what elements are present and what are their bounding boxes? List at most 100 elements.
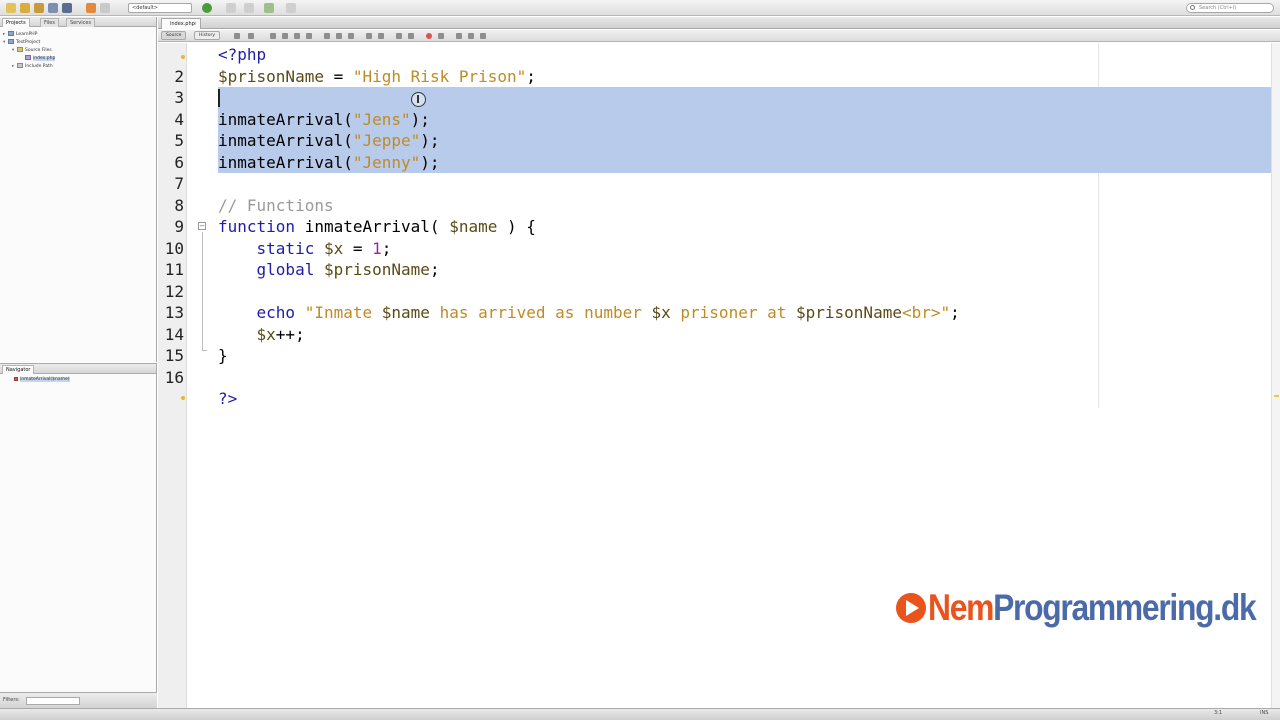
open-project-icon[interactable] — [34, 3, 44, 13]
next-bookmark-icon[interactable] — [348, 33, 354, 39]
tab-files[interactable]: Files — [40, 18, 59, 27]
fold-icon[interactable]: − — [198, 222, 206, 230]
line-number: 10 — [164, 238, 184, 258]
tab-history[interactable]: History — [194, 31, 221, 40]
tab-projects[interactable]: Projects — [2, 18, 30, 27]
code-line[interactable]: ?> — [158, 388, 1271, 410]
line-number: 9 — [174, 217, 184, 236]
mouse-cursor-icon — [411, 92, 426, 107]
code-line[interactable]: 14 $x++; — [158, 324, 1271, 346]
projects-panel: Projects Files Services ▸ LearnPHP ▾ TestP… — [0, 17, 157, 362]
search-icon — [1190, 5, 1195, 10]
tree-item-include-path[interactable]: ▸ Include Path — [12, 63, 53, 70]
insert-mode: INS — [1260, 710, 1269, 716]
code-line[interactable]: 4 inmateArrival("Jens"); — [158, 109, 1271, 131]
code-text: inmateArrival("Jeppe"); — [218, 131, 440, 150]
code-text: <?php — [218, 45, 267, 64]
project-icon — [8, 39, 14, 44]
tab-services[interactable]: Services — [66, 18, 96, 27]
back-icon[interactable] — [234, 33, 240, 39]
filter-input[interactable] — [26, 697, 80, 705]
stats-icon[interactable] — [480, 33, 486, 39]
tree-item-learnphp[interactable]: ▸ LearnPHP — [3, 31, 37, 38]
line-number: 8 — [174, 195, 184, 215]
find-icon[interactable] — [270, 33, 276, 39]
new-file-icon[interactable] — [6, 3, 16, 13]
code-text: $x++; — [256, 324, 305, 344]
projects-panel-tabs: Projects Files Services — [0, 17, 156, 27]
stop-macro-icon[interactable] — [408, 33, 414, 39]
tab-navigator[interactable]: Navigator — [2, 365, 35, 374]
code-line[interactable]: 12 — [158, 281, 1271, 303]
code-line[interactable]: 10 static $x = 1; — [158, 238, 1271, 260]
line-number: 3 — [174, 88, 184, 107]
code-line[interactable]: 7 — [158, 173, 1271, 195]
library-icon — [17, 63, 23, 68]
new-project-icon[interactable] — [20, 3, 30, 13]
navigator-item[interactable]: inmateArrival($name) — [14, 376, 70, 383]
warning-icon[interactable] — [181, 396, 185, 400]
save-all-icon[interactable] — [48, 3, 58, 13]
code-line[interactable]: 9 function inmateArrival( $name ) { — [158, 216, 1271, 238]
close-icon[interactable]: × — [193, 19, 197, 29]
shift-right-icon[interactable] — [378, 33, 384, 39]
line-number: 15 — [164, 346, 184, 365]
profile-icon[interactable] — [286, 3, 296, 13]
toggle-bookmark-icon[interactable] — [324, 33, 330, 39]
code-text: ?> — [218, 389, 238, 408]
line-number: 13 — [164, 303, 184, 322]
uncomment-icon[interactable] — [456, 33, 462, 39]
tree-item-source-files[interactable]: ▾ Source Files — [12, 47, 52, 54]
save-icon[interactable] — [62, 3, 72, 13]
code-text: static $x = 1; — [256, 238, 392, 258]
warning-icon[interactable] — [181, 55, 185, 59]
shift-left-icon[interactable] — [366, 33, 372, 39]
code-line[interactable]: 15} — [158, 345, 1271, 367]
build-icon[interactable] — [226, 3, 236, 13]
status-bar: 3:1 INS — [0, 708, 1280, 720]
clean-build-icon[interactable] — [244, 3, 254, 13]
fold-guide — [202, 232, 203, 350]
fold-guide-end — [202, 350, 207, 351]
line-number: 14 — [164, 324, 184, 344]
record-icon[interactable] — [426, 33, 432, 39]
filter-bar: Filters: — [0, 692, 157, 708]
code-line[interactable]: <?php — [158, 44, 1271, 66]
redo-icon[interactable] — [100, 3, 110, 13]
search-placeholder: Search (Ctrl+I) — [1199, 5, 1237, 11]
code-line[interactable]: 11 global $prisonName; — [158, 259, 1271, 281]
tree-item-testproject[interactable]: ▾ TestProject — [3, 39, 40, 46]
code-text: inmateArrival("Jens"); — [218, 109, 430, 129]
undo-icon[interactable] — [86, 3, 96, 13]
code-line[interactable]: 13 echo "Inmate $name has arrived as num… — [158, 302, 1271, 324]
search-input[interactable]: Search (Ctrl+I) — [1186, 3, 1274, 13]
play-logo-icon — [896, 593, 926, 623]
code-line[interactable]: 3 — [158, 87, 1271, 109]
main-toolbar: <default> Search (Ctrl+I) — [0, 0, 1280, 16]
comment-icon[interactable] — [438, 33, 444, 39]
line-number: 11 — [164, 260, 184, 279]
code-line[interactable]: 16 — [158, 367, 1271, 389]
run-project-icon[interactable] — [202, 3, 212, 13]
toggle-highlight-icon[interactable] — [306, 33, 312, 39]
php-file-icon — [25, 55, 31, 60]
find-next-icon[interactable] — [294, 33, 300, 39]
folder-icon — [17, 47, 23, 52]
line-number: 12 — [164, 281, 184, 301]
tab-source[interactable]: Source — [161, 31, 187, 40]
start-macro-icon[interactable] — [396, 33, 402, 39]
code-line[interactable]: 8 // Functions — [158, 195, 1271, 217]
error-stripe-mark[interactable] — [1274, 395, 1279, 397]
tree-item-index-php[interactable]: index.php — [25, 55, 56, 62]
editor-tab-index-php[interactable]: index.php × — [161, 18, 201, 29]
code-line[interactable]: 2 $prisonName = "High Risk Prison"; — [158, 66, 1271, 88]
chart-icon[interactable] — [468, 33, 474, 39]
previous-bookmark-icon[interactable] — [336, 33, 342, 39]
forward-icon[interactable] — [248, 33, 254, 39]
code-line[interactable]: 6 inmateArrival("Jenny"); — [158, 152, 1271, 174]
config-select[interactable]: <default> — [128, 3, 192, 13]
find-previous-icon[interactable] — [282, 33, 288, 39]
code-line[interactable]: 5 inmateArrival("Jeppe"); — [158, 130, 1271, 152]
code-text: global $prisonName; — [256, 260, 440, 279]
debug-icon[interactable] — [264, 3, 274, 13]
